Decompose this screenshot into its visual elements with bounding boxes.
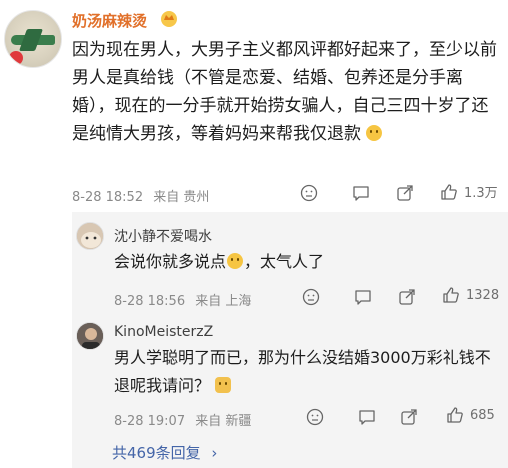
doge-emoji-icon: [215, 377, 232, 393]
chevron-right-icon: ›: [211, 444, 218, 462]
reply-body: 会说你就多说点: [114, 252, 227, 271]
reply-body-tail: ，太气人了: [244, 252, 325, 271]
like-icon: [447, 407, 463, 423]
more-replies-label: 共469条回复: [112, 444, 201, 462]
like-button[interactable]: 1.3万: [440, 182, 498, 201]
reply-username[interactable]: KinoMeisterzZ: [114, 324, 213, 340]
reply-avatar[interactable]: [76, 222, 104, 250]
reply-body: 男人学聪明了而已，那为什么没结婚3000万彩礼钱不退呢我请问？: [114, 348, 491, 395]
comment-icon[interactable]: [354, 288, 372, 306]
comment-icon[interactable]: [358, 408, 376, 426]
like-icon: [443, 287, 459, 303]
comment-location: 来自 贵州: [153, 190, 210, 205]
reply-date: 8-28 19:07: [114, 414, 186, 429]
more-replies-link[interactable]: 共469条回复 ›: [112, 442, 217, 463]
dislike-icon[interactable]: [300, 184, 318, 202]
comment-actions: 1.3万: [300, 182, 500, 204]
smile-emoji-icon: [366, 125, 383, 141]
reply-date: 8-28 18:56: [114, 294, 186, 309]
share-icon[interactable]: [400, 408, 418, 426]
comment-text: 因为现在男人，大男子主义都风评都好起来了，至少以前男人是真给钱（不管是恋爱、结婚…: [72, 36, 500, 148]
reply-location: 来自 上海: [195, 294, 252, 309]
avatar[interactable]: [4, 10, 62, 68]
avatar-badge: [9, 51, 23, 65]
reply-username[interactable]: 沈小静不爱喝水: [114, 226, 212, 246]
like-count: 1.3万: [464, 186, 498, 201]
comment-meta: 8-28 18:52 来自 贵州: [72, 186, 209, 205]
like-button[interactable]: 1328: [442, 286, 499, 304]
laugh-emoji-icon: [227, 253, 244, 269]
reply-meta: 8-28 18:56 来自 上海: [114, 290, 251, 309]
crown-badge-icon: [161, 11, 177, 27]
dislike-icon[interactable]: [302, 288, 320, 306]
dislike-icon[interactable]: [306, 408, 324, 426]
share-icon[interactable]: [396, 184, 414, 202]
share-icon[interactable]: [398, 288, 416, 306]
reply-actions: 685: [306, 406, 506, 428]
reply-text: 男人学聪明了而已，那为什么没结婚3000万彩礼钱不退呢我请问？: [114, 344, 504, 400]
comment-icon[interactable]: [352, 184, 370, 202]
comment-username[interactable]: 奶汤麻辣烫: [72, 10, 147, 31]
like-count: 1328: [466, 287, 500, 303]
like-icon: [441, 183, 457, 200]
like-count: 685: [470, 407, 495, 423]
reply-location: 来自 新疆: [195, 414, 252, 429]
reply-meta: 8-28 19:07 来自 新疆: [114, 410, 251, 429]
like-button[interactable]: 685: [446, 406, 495, 424]
comment-body: 因为现在男人，大男子主义都风评都好起来了，至少以前男人是真给钱（不管是恋爱、结婚…: [72, 40, 497, 144]
comment-date: 8-28 18:52: [72, 190, 144, 205]
reply-avatar[interactable]: [76, 322, 104, 350]
reply-actions: 1328: [302, 286, 502, 308]
reply-text: 会说你就多说点 ，太气人了: [114, 248, 324, 276]
